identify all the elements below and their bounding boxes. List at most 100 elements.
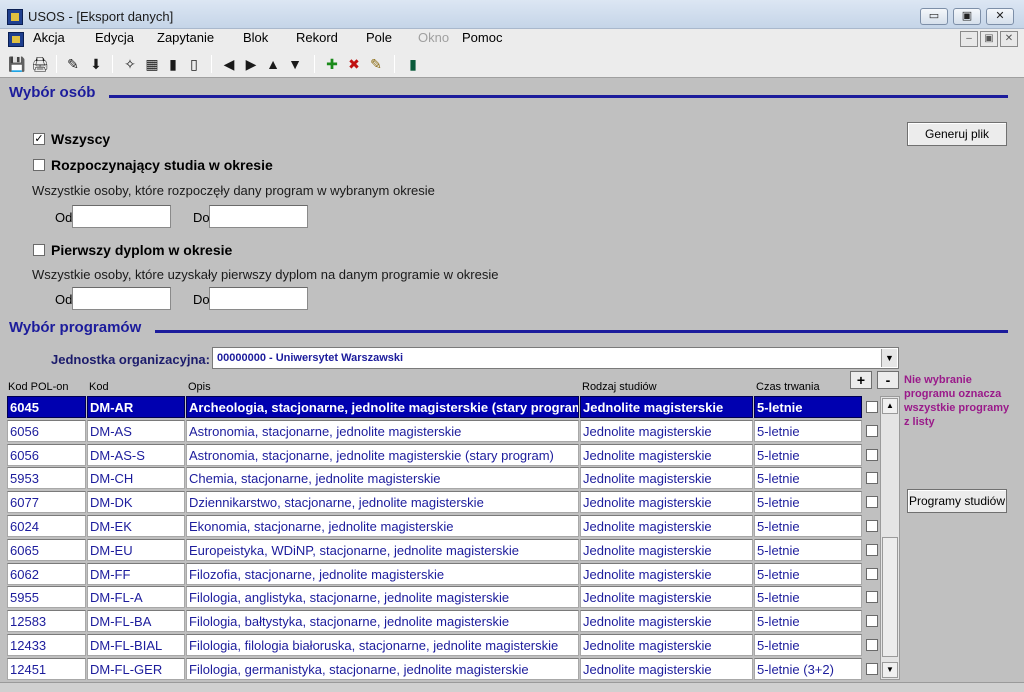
cell-czas[interactable]: 5-letnie xyxy=(754,467,862,490)
cell-czas[interactable]: 5-letnie (3+2) xyxy=(754,657,862,680)
next-icon[interactable]: ▶ xyxy=(242,55,260,73)
cell-kod-polon[interactable]: 6077 xyxy=(7,491,86,514)
row-select-checkbox[interactable] xyxy=(866,472,878,485)
cell-rodzaj[interactable]: Jednolite magisterskie xyxy=(580,657,753,680)
cell-opis[interactable]: Filologia, anglistyka, stacjonarne, jedn… xyxy=(186,586,579,609)
diploma-from-field[interactable] xyxy=(72,287,171,310)
cell-opis[interactable]: Filozofia, stacjonarne, jednolite magist… xyxy=(186,562,579,585)
save-icon[interactable]: 💾 xyxy=(8,55,26,73)
cell-kod[interactable]: DM-CH xyxy=(87,467,185,490)
diploma-checkbox[interactable] xyxy=(33,244,45,256)
row-select-checkbox[interactable] xyxy=(866,639,878,651)
bars2-icon[interactable]: ▯ xyxy=(185,55,203,73)
cell-kod[interactable]: DM-AR xyxy=(87,396,185,418)
cell-czas[interactable]: 5-letnie xyxy=(754,419,862,442)
row-select-checkbox[interactable] xyxy=(866,662,878,675)
cell-opis[interactable]: Dziennikarstwo, stacjonarne, jednolite m… xyxy=(186,491,579,514)
cell-rodzaj[interactable]: Jednolite magisterskie xyxy=(580,396,753,418)
scrollbar-thumb[interactable] xyxy=(882,537,898,657)
table-row[interactable]: 5955 DM-FL-A Filologia, anglistyka, stacjo… xyxy=(7,586,864,609)
cell-rodzaj[interactable]: Jednolite magisterskie xyxy=(580,634,753,656)
cell-kod[interactable]: DM-DK xyxy=(87,491,185,514)
cell-czas[interactable]: 5-letnie xyxy=(754,491,862,514)
start-from-field[interactable] xyxy=(72,205,171,228)
scroll-up-icon[interactable]: ▲ xyxy=(882,398,898,414)
cell-rodzaj[interactable]: Jednolite magisterskie xyxy=(580,419,753,442)
cell-czas[interactable]: 5-letnie xyxy=(754,562,862,585)
cell-kod[interactable]: DM-AS-S xyxy=(87,443,185,466)
document-icon[interactable] xyxy=(8,32,24,47)
insert-record-icon[interactable]: ✚ xyxy=(323,55,341,73)
print-icon[interactable]: 🖨 xyxy=(31,55,49,73)
cell-rodzaj[interactable]: Jednolite magisterskie xyxy=(580,610,753,633)
cell-kod-polon[interactable]: 5953 xyxy=(7,467,86,490)
cell-czas[interactable]: 5-letnie xyxy=(754,443,862,466)
cell-kod-polon[interactable]: 12433 xyxy=(7,634,86,656)
row-select-checkbox[interactable] xyxy=(866,591,878,604)
mdi-restore-button[interactable]: ▣ xyxy=(980,31,998,47)
cell-kod-polon[interactable]: 12451 xyxy=(7,657,86,680)
row-select-checkbox[interactable] xyxy=(866,424,878,437)
cell-czas[interactable]: 5-letnie xyxy=(754,610,862,633)
menu-pomoc[interactable]: Pomoc xyxy=(462,30,502,45)
menu-blok[interactable]: Blok xyxy=(243,30,268,45)
row-select-checkbox[interactable] xyxy=(866,520,878,532)
query-icon[interactable]: ✧ xyxy=(121,55,139,73)
row-select-checkbox[interactable] xyxy=(866,615,878,628)
cell-kod[interactable]: DM-FF xyxy=(87,562,185,585)
up-icon[interactable]: ▲ xyxy=(264,55,282,73)
exit-icon[interactable]: ▮ xyxy=(404,55,422,73)
menu-okno[interactable]: Okno xyxy=(418,30,449,45)
cell-kod[interactable]: DM-FL-BIAL xyxy=(87,634,185,656)
cell-rodzaj[interactable]: Jednolite magisterskie xyxy=(580,443,753,466)
cell-czas[interactable]: 5-letnie xyxy=(754,396,862,418)
mdi-minimize-button[interactable]: – xyxy=(960,31,978,47)
study-programs-button[interactable]: Programy studiów xyxy=(907,489,1007,513)
menu-akcja[interactable]: Akcja xyxy=(33,30,65,45)
delete-record-icon[interactable]: ✖ xyxy=(345,55,363,73)
previous-icon[interactable]: ◀ xyxy=(220,55,238,73)
table-row[interactable]: 6062 DM-FF Filozofia, stacjonarne, jednoli… xyxy=(7,562,864,586)
diploma-to-field[interactable] xyxy=(209,287,308,310)
cell-rodzaj[interactable]: Jednolite magisterskie xyxy=(580,491,753,514)
cell-czas[interactable]: 5-letnie xyxy=(754,515,862,537)
cell-kod-polon[interactable]: 6056 xyxy=(7,419,86,442)
cell-czas[interactable]: 5-letnie xyxy=(754,634,862,656)
table-row[interactable]: 6056 DM-AS-S Astronomia, stacjonarne, jedn… xyxy=(7,443,864,467)
cell-kod[interactable]: DM-FL-GER xyxy=(87,657,185,680)
edit-icon[interactable]: ✎ xyxy=(64,55,82,73)
cell-czas[interactable]: 5-letnie xyxy=(754,538,862,561)
cell-kod[interactable]: DM-EK xyxy=(87,515,185,537)
org-unit-select[interactable]: 00000000 - Uniwersytet Warszawski ▼ xyxy=(212,347,899,369)
table-row[interactable]: 12451 DM-FL-GER Filologia, germanistyka, s… xyxy=(7,657,864,681)
menu-rekord[interactable]: Rekord xyxy=(296,30,338,45)
cell-kod[interactable]: DM-FL-A xyxy=(87,586,185,609)
row-select-checkbox[interactable] xyxy=(866,543,878,556)
close-button[interactable]: ✕ xyxy=(986,8,1014,25)
table-row[interactable]: 6077 DM-DK Dziennikarstwo, stacjonarne, je… xyxy=(7,491,864,514)
cell-opis[interactable]: Astronomia, stacjonarne, jednolite magis… xyxy=(186,419,579,442)
cell-opis[interactable]: Filologia, germanistyka, stacjonarne, je… xyxy=(186,657,579,680)
cell-kod-polon[interactable]: 6045 xyxy=(7,396,86,418)
remove-program-button[interactable]: - xyxy=(877,371,899,389)
scroll-down-icon[interactable]: ▼ xyxy=(882,662,898,678)
chevron-down-icon[interactable]: ▼ xyxy=(881,349,897,367)
down-icon[interactable]: ▼ xyxy=(286,55,304,73)
grid-icon[interactable]: ▦ xyxy=(143,55,161,73)
table-row[interactable]: 6045 DM-AR Archeologia, stacjonarne, jedno… xyxy=(7,396,864,419)
cell-opis[interactable]: Chemia, stacjonarne, jednolite magisters… xyxy=(186,467,579,490)
table-scrollbar[interactable]: ▲ ▼ xyxy=(880,396,900,680)
download-icon[interactable]: ⬇ xyxy=(87,55,105,73)
table-row[interactable]: 6065 DM-EU Europeistyka, WDiNP, stacjonarn… xyxy=(7,538,864,562)
minimize-button[interactable]: ▭ xyxy=(920,8,948,25)
cell-rodzaj[interactable]: Jednolite magisterskie xyxy=(580,515,753,537)
table-row[interactable]: 5953 DM-CH Chemia, stacjonarne, jednolite … xyxy=(7,467,864,490)
add-program-button[interactable]: + xyxy=(850,371,872,389)
row-select-checkbox[interactable] xyxy=(866,567,878,580)
menu-zapytanie[interactable]: Zapytanie xyxy=(157,30,214,45)
cell-kod-polon[interactable]: 6062 xyxy=(7,562,86,585)
cell-kod[interactable]: DM-FL-BA xyxy=(87,610,185,633)
cell-rodzaj[interactable]: Jednolite magisterskie xyxy=(580,586,753,609)
table-row[interactable]: 6056 DM-AS Astronomia, stacjonarne, jednol… xyxy=(7,419,864,443)
cell-opis[interactable]: Archeologia, stacjonarne, jednolite magi… xyxy=(186,396,579,418)
